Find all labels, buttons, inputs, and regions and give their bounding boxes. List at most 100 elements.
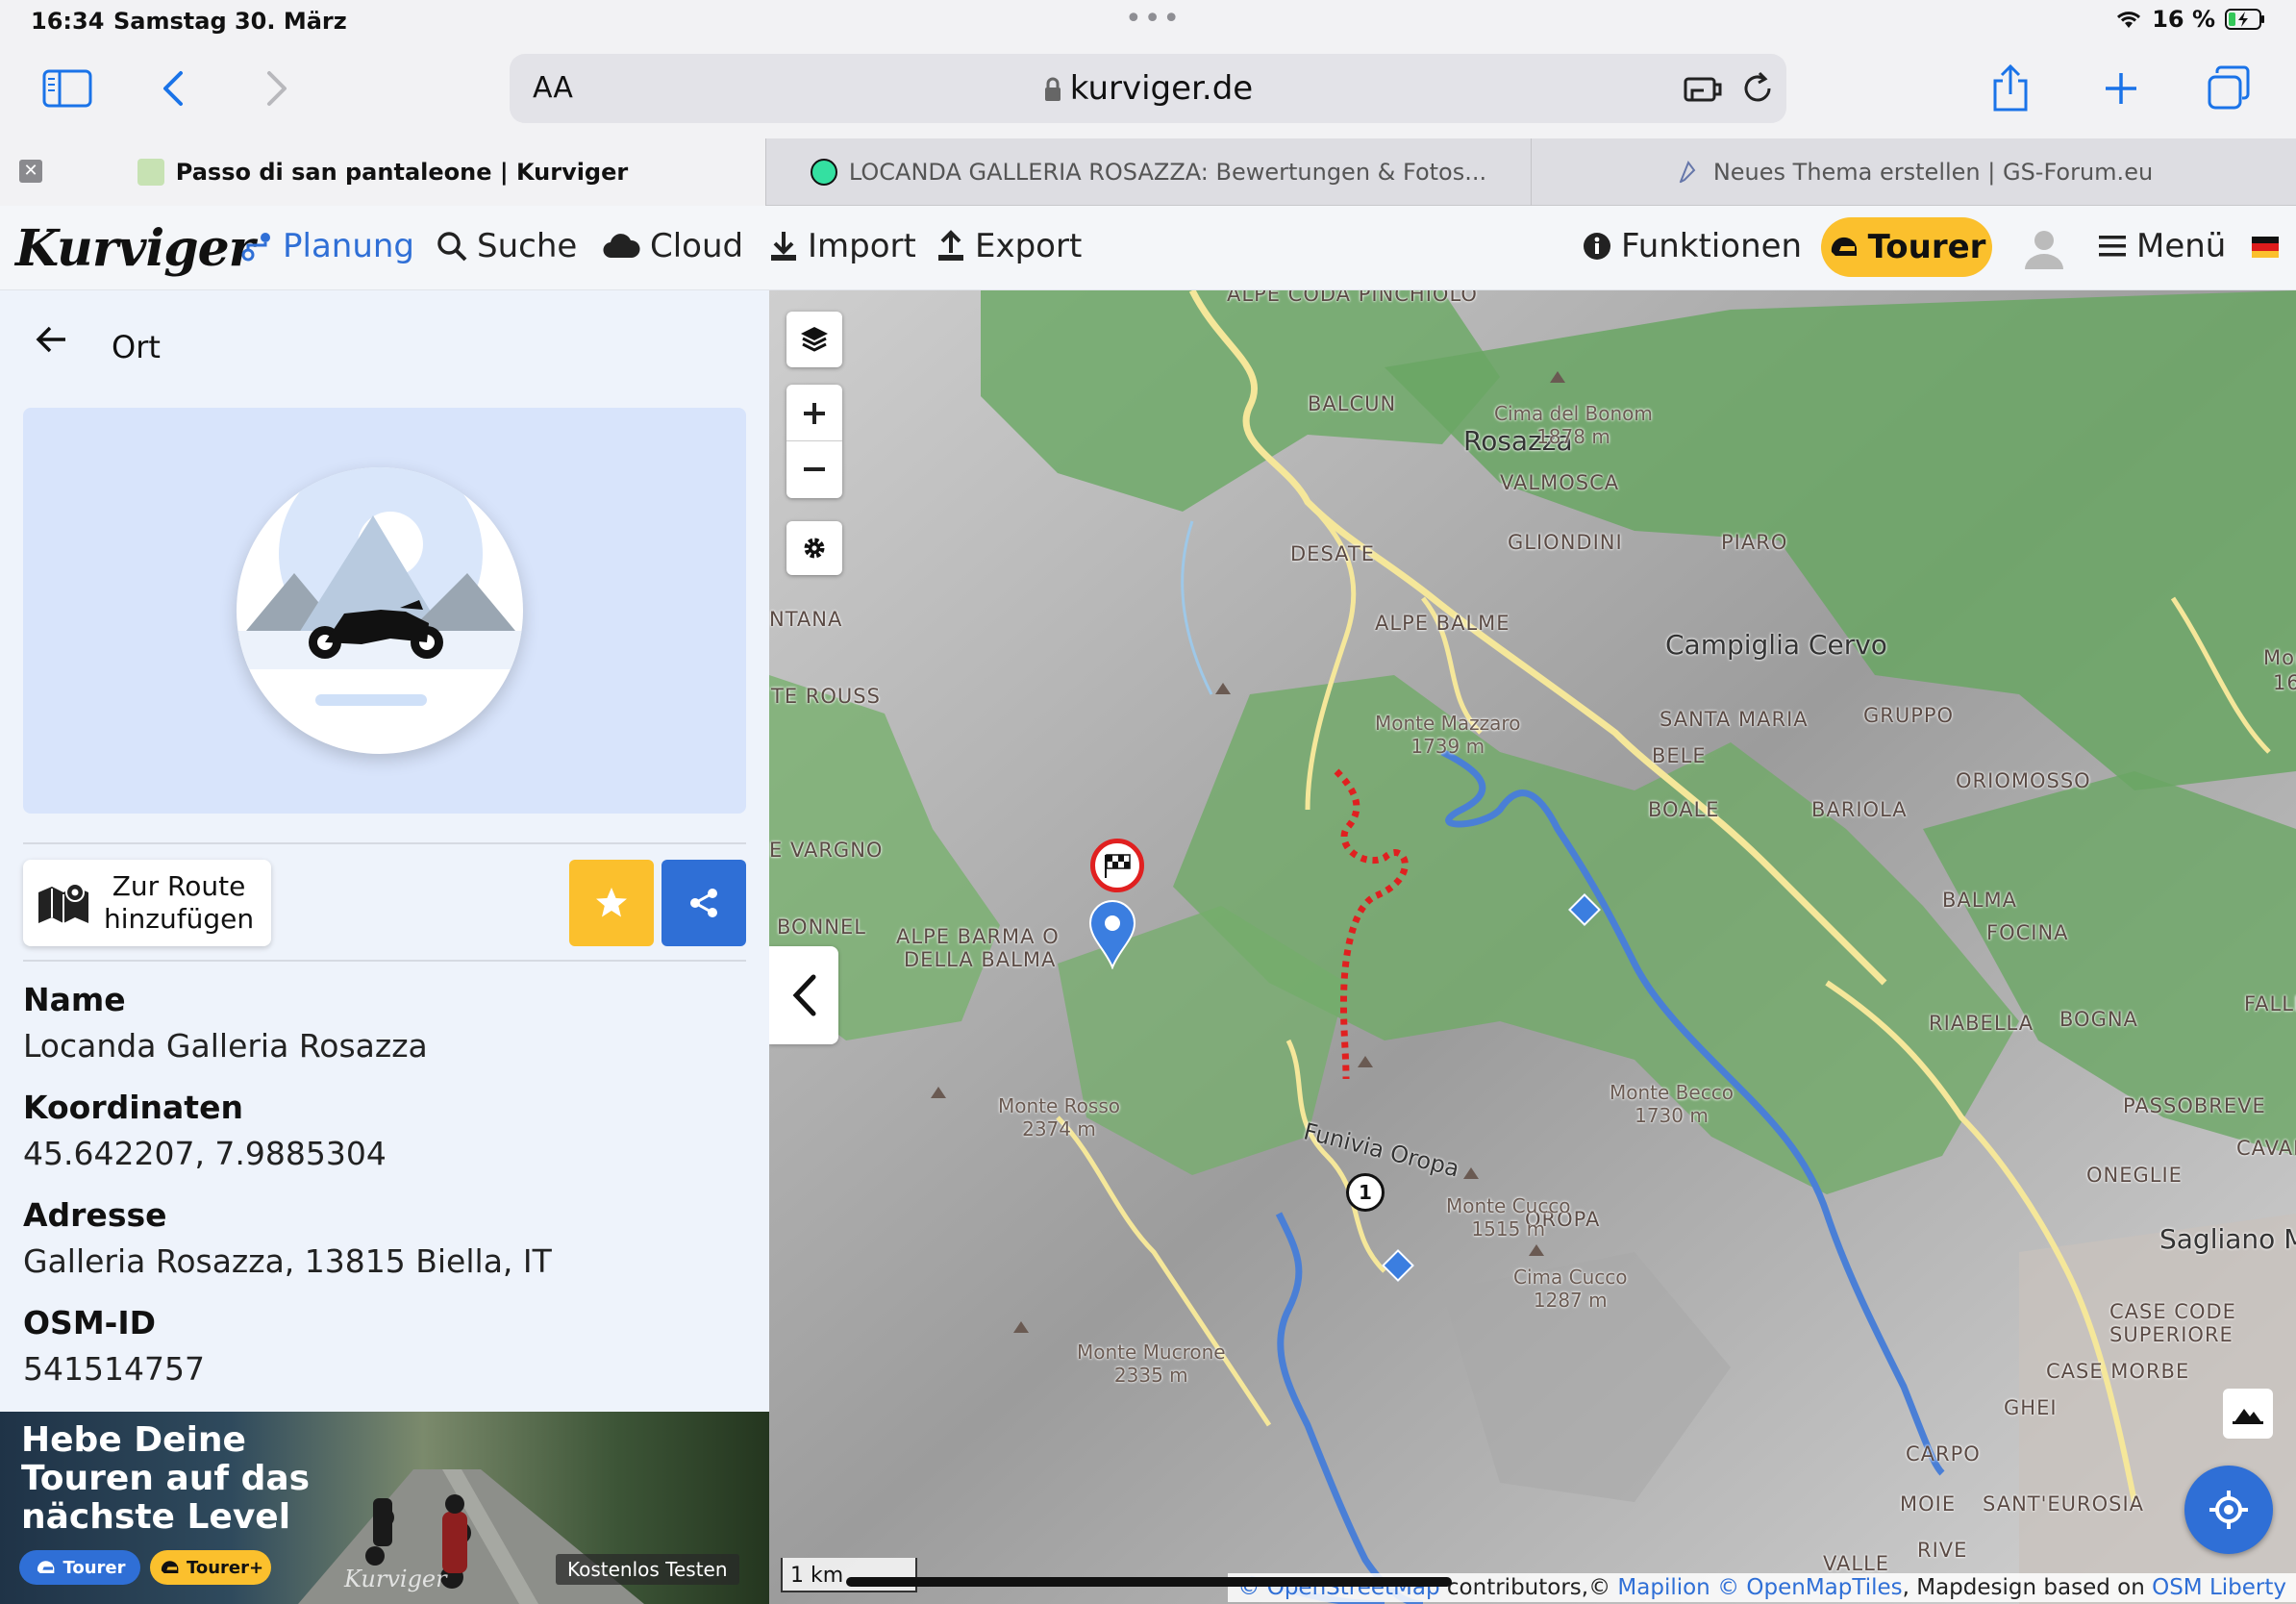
peak-label: Monte Mazzaro 1739 m: [1375, 712, 1521, 758]
map-label: RIABELLA: [1929, 1012, 2034, 1035]
scale-bar: 1 km: [781, 1558, 917, 1592]
ad-brand-watermark: Kurviger: [344, 1566, 447, 1592]
kurviger-logo[interactable]: Kurviger: [15, 219, 255, 278]
map-label: VALMOSCA: [1500, 471, 1620, 494]
tab-overview-icon[interactable]: [2204, 63, 2254, 113]
zoom-control: [786, 385, 842, 498]
url-text: kurviger.de: [1069, 69, 1254, 108]
sidebar-toggle-icon[interactable]: [40, 65, 94, 112]
collapse-sidebar-button[interactable]: [769, 946, 838, 1044]
peak-label: Monte Rosso 2374 m: [998, 1094, 1120, 1140]
tourer-ad-banner[interactable]: Hebe Deine Touren auf das nächste Level …: [0, 1412, 769, 1604]
download-icon: [771, 232, 796, 261]
peak-label: Monte Cucco 1515 m: [1446, 1194, 1571, 1241]
map-label: ORIOMOSSO: [1956, 769, 2091, 792]
status-time: 16:34: [31, 8, 105, 35]
tripadvisor-favicon: [810, 159, 837, 186]
tab-gs-forum[interactable]: Neues Thema erstellen | GS-Forum.eu: [1531, 138, 2296, 206]
home-indicator[interactable]: [846, 1577, 1452, 1587]
gear-icon: [804, 538, 825, 559]
helmet-icon: [161, 1561, 179, 1573]
tab-tripadvisor[interactable]: LOCANDA GALLERIA ROSAZZA: Bewertungen & …: [765, 138, 1531, 206]
map-label: ALPE CODA PINCHIOLO: [1227, 290, 1478, 306]
nav-funktionen[interactable]: Funktionen: [1583, 227, 1802, 265]
map-view[interactable]: ALPE CODA PINCHIOLO BALCUN Rosazza VALMO…: [769, 290, 2296, 1604]
checkered-flag-icon: [1105, 854, 1131, 878]
map-label: SUPERIORE: [2109, 1323, 2234, 1346]
map-label: BARIOLA: [1811, 798, 1908, 821]
map-label: GHEI: [2004, 1396, 2058, 1419]
openmaptiles-link[interactable]: © OpenMapTiles: [1710, 1575, 1903, 1600]
finish-flag-marker[interactable]: [1090, 839, 1144, 892]
nav-import[interactable]: Import: [769, 227, 916, 265]
nav-suche[interactable]: Suche: [437, 227, 577, 265]
layers-icon: [801, 327, 828, 352]
map-label: FOCINA: [1986, 921, 2069, 944]
add-to-route-button[interactable]: Zur Route hinzufügen: [23, 860, 271, 946]
ad-tourer-pill: Tourer: [19, 1550, 140, 1585]
address-value: Galleria Rosazza, 13815 Biella, IT: [23, 1242, 552, 1280]
map-label: VALLE: [1823, 1552, 1890, 1575]
favorite-button[interactable]: [569, 860, 654, 946]
route-planning-icon: [241, 233, 270, 262]
reload-icon[interactable]: [1740, 71, 1775, 106]
map-label: TE ROUSS: [771, 685, 881, 708]
plus-icon: [804, 402, 825, 424]
address-bar[interactable]: AA kurviger.de: [510, 54, 1786, 123]
ad-headline: Hebe Deine Touren auf das nächste Level: [21, 1420, 311, 1537]
share-place-button[interactable]: [661, 860, 746, 946]
nav-export[interactable]: Export: [936, 227, 1082, 265]
map-label: RIVE: [1917, 1539, 1968, 1562]
tourer-button[interactable]: Tourer: [1821, 217, 1992, 277]
osm-liberty-link[interactable]: OSM Liberty: [2152, 1575, 2286, 1600]
cloud-icon: [603, 234, 640, 259]
nav-cloud[interactable]: Cloud: [602, 227, 743, 265]
map-label: BONNEL: [777, 915, 866, 939]
map-label: DESATE: [1290, 542, 1375, 565]
locate-me-button[interactable]: [2184, 1466, 2273, 1554]
zoom-in-button[interactable]: [786, 386, 842, 441]
german-flag-icon[interactable]: [2252, 237, 2279, 258]
share-icon[interactable]: [1986, 62, 2034, 115]
user-avatar-icon[interactable]: [2023, 227, 2065, 273]
tab-kurviger[interactable]: ✕ Passo di san pantaleone | Kurviger: [0, 138, 765, 206]
location-pin-marker[interactable]: [1088, 900, 1136, 973]
hamburger-menu-icon: [2099, 236, 2126, 257]
elevation-profile-button[interactable]: [2223, 1389, 2273, 1439]
search-icon: [437, 232, 467, 262]
extension-icon[interactable]: [1683, 71, 1723, 106]
battery-charging-icon: [2225, 9, 2264, 30]
peak-label: Monte Mucrone 2335 m: [1077, 1341, 1226, 1387]
layers-button[interactable]: [786, 312, 842, 367]
nav-planung[interactable]: Planung: [240, 227, 414, 265]
map-label: CASE MORBE: [2046, 1360, 2190, 1383]
back-arrow-icon[interactable]: [35, 325, 67, 354]
map-label: CARPO: [1906, 1442, 1981, 1466]
map-label: PIARO: [1721, 531, 1788, 554]
map-label: ONEGLIE: [2086, 1164, 2183, 1187]
waypoint-marker[interactable]: 1: [1346, 1173, 1385, 1212]
forward-icon[interactable]: [258, 63, 296, 113]
tab-title: Passo di san pantaleone | Kurviger: [175, 159, 629, 186]
map-label: PASSOBREVE: [2123, 1094, 2266, 1117]
battery-percent: 16 %: [2152, 6, 2215, 33]
zoom-out-button[interactable]: [786, 441, 842, 497]
map-label: GRUPPO: [1863, 704, 1955, 727]
app-navbar: Kurviger Planung Suche Cloud Import Expo…: [0, 206, 2296, 290]
new-tab-icon[interactable]: [2096, 63, 2146, 113]
close-tab-icon[interactable]: ✕: [19, 160, 42, 183]
motorcycle-mountain-illustration: [237, 467, 523, 754]
multitasking-dots-icon[interactable]: •••: [1125, 2, 1182, 36]
coordinates-value: 45.642207, 7.9885304: [23, 1135, 387, 1172]
coordinates-label: Koordinaten: [23, 1089, 243, 1126]
nav-menu[interactable]: Menü: [2098, 227, 2226, 265]
tab-title: Neues Thema erstellen | GS-Forum.eu: [1712, 159, 2154, 186]
map-label: GLIONDINI: [1508, 531, 1623, 554]
ad-cta-button[interactable]: Kostenlos Testen: [556, 1554, 739, 1585]
mapilion-link[interactable]: Mapilion: [1617, 1575, 1710, 1600]
map-settings-button[interactable]: [786, 521, 842, 575]
mountain-icon: [2233, 1409, 2263, 1424]
status-bar: 16:34 Samstag 30. März ••• 16 %: [0, 0, 2296, 44]
back-icon[interactable]: [154, 63, 192, 113]
place-hero-image: [23, 408, 746, 814]
